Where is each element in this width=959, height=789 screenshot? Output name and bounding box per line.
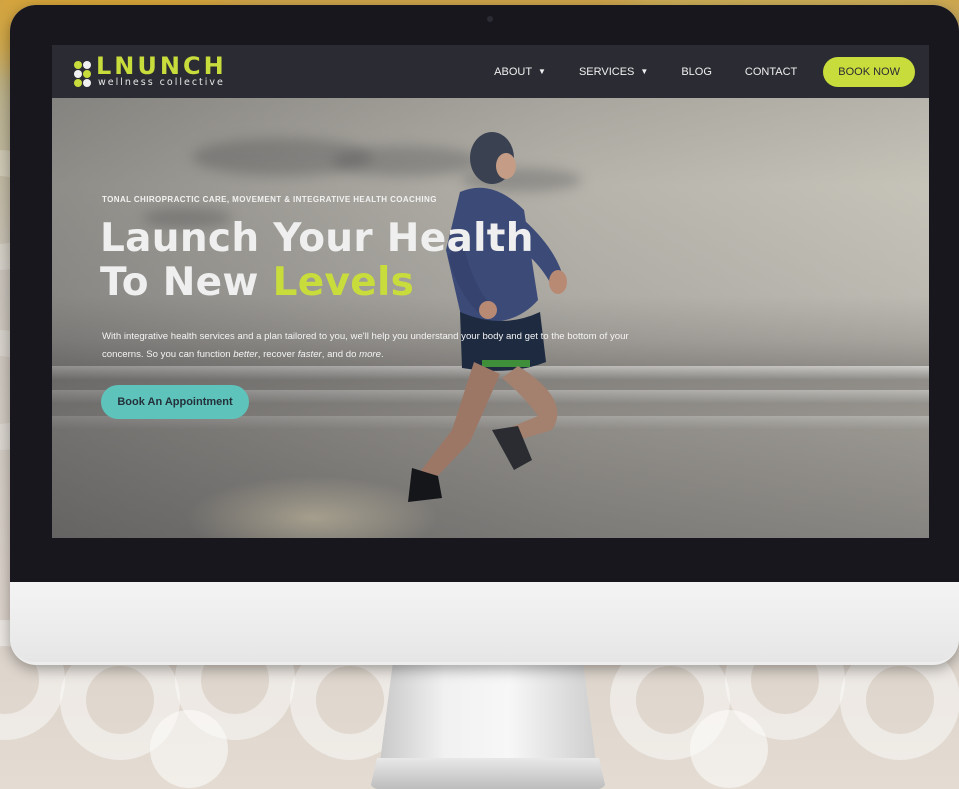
hero-headline: Launch Your Health To New Levels <box>100 217 534 305</box>
book-now-button[interactable]: BOOK NOW <box>823 56 915 87</box>
book-appointment-button[interactable]: Book An Appointment <box>101 385 249 419</box>
monitor-stand-base <box>370 758 606 789</box>
headline-line-2-prefix: To New <box>100 260 273 305</box>
hero-image <box>52 98 929 538</box>
site-header: LNUNCH wellness collective ABOUT ▼ SERVI… <box>52 45 929 98</box>
backdrop-dot <box>150 710 228 788</box>
main-nav: ABOUT ▼ SERVICES ▼ BLOG CONTACT BOOK NOW <box>461 45 915 98</box>
nav-blog[interactable]: BLOG <box>681 66 712 78</box>
description-emphasis: more <box>359 349 381 360</box>
nav-services-label: SERVICES <box>578 65 635 78</box>
nav-services[interactable]: SERVICES ▼ <box>579 66 648 78</box>
description-text: , and do <box>321 349 360 360</box>
headline-line-2: To New Levels <box>100 261 534 305</box>
description-text: , recover <box>257 349 298 360</box>
description-emphasis: better <box>233 349 258 360</box>
description-emphasis: faster <box>297 349 322 360</box>
hero-description: With integrative health services and a p… <box>102 328 662 364</box>
chevron-down-icon: ▼ <box>538 67 546 76</box>
logo-subtitle: wellness collective <box>98 77 225 88</box>
hero-kicker: TONAL CHIROPRACTIC CARE, MOVEMENT & INTE… <box>102 195 437 204</box>
description-text: . <box>380 349 384 360</box>
logo[interactable]: LNUNCH wellness collective <box>72 52 227 88</box>
monitor-stand <box>380 662 596 762</box>
chevron-down-icon: ▼ <box>640 67 649 76</box>
nav-contact[interactable]: CONTACT <box>745 66 797 78</box>
logo-title: LNUNCH <box>96 52 227 80</box>
nav-about[interactable]: ABOUT ▼ <box>494 66 546 78</box>
website-screen: LNUNCH wellness collective ABOUT ▼ SERVI… <box>52 45 929 538</box>
nav-about-label: ABOUT <box>494 65 533 78</box>
monitor-chin <box>10 582 959 662</box>
backdrop-dot <box>690 710 768 788</box>
headline-line-1: Launch Your Health <box>100 216 534 261</box>
logo-icon <box>72 57 92 87</box>
headline-accent: Levels <box>272 260 415 305</box>
camera-icon <box>487 16 493 22</box>
